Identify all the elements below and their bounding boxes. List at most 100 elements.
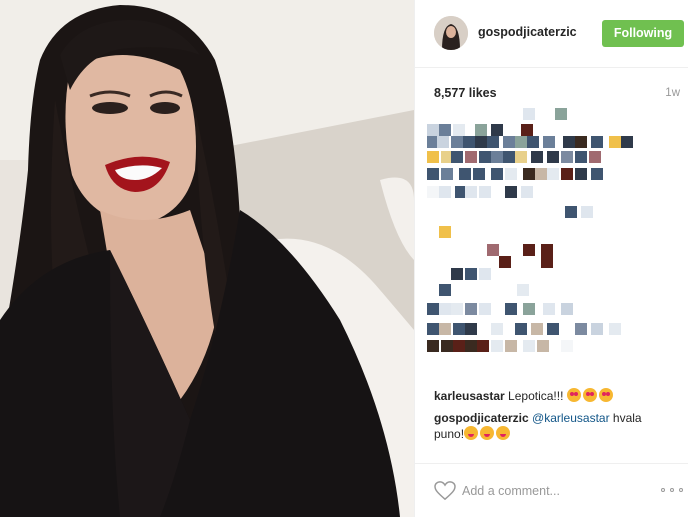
pixel-block — [541, 244, 553, 256]
pixel-block — [515, 136, 527, 148]
pixel-block — [575, 323, 587, 335]
pixel-block — [465, 151, 477, 163]
pixel-block — [543, 303, 555, 315]
pixel-block — [517, 284, 529, 296]
pixel-block — [479, 151, 491, 163]
post-header: gospodjicaterzic Following — [415, 0, 688, 68]
pixel-block — [565, 206, 577, 218]
yum-emoji-icon — [480, 426, 495, 440]
pixel-block — [491, 168, 503, 180]
pixel-block — [453, 340, 465, 352]
pixel-block — [547, 151, 559, 163]
like-heart-icon[interactable] — [434, 481, 456, 501]
pixel-block — [535, 108, 547, 120]
pixel-block — [515, 323, 527, 335]
pixel-block — [531, 323, 543, 335]
pixelated-comments — [415, 108, 688, 384]
pixel-block — [465, 186, 477, 198]
pixel-block — [505, 168, 517, 180]
pixel-block — [547, 168, 559, 180]
post-age[interactable]: 1w — [665, 87, 680, 99]
pixel-block — [561, 151, 573, 163]
pixel-block — [451, 136, 463, 148]
add-comment-input[interactable] — [462, 480, 632, 502]
comment-text: Lepotica!!! — [504, 389, 564, 403]
yum-emoji-icon — [464, 426, 479, 440]
heart-eyes-emoji-icon — [566, 388, 581, 402]
post-footer — [415, 463, 688, 517]
pixel-block — [475, 136, 487, 148]
post-sidebar: gospodjicaterzic Following 8,577 likes 1… — [414, 0, 688, 517]
post-photo[interactable] — [0, 0, 414, 517]
pixel-block — [479, 303, 491, 315]
pixel-block — [527, 136, 539, 148]
pixel-block — [591, 136, 603, 148]
pixel-block — [515, 151, 527, 163]
pixel-block — [491, 151, 503, 163]
pixel-block — [491, 323, 503, 335]
pixel-block — [503, 151, 515, 163]
instagram-post: gospodjicaterzic Following 8,577 likes 1… — [0, 0, 688, 517]
pixel-block — [575, 136, 587, 148]
pixel-block — [591, 168, 603, 180]
pixel-block — [575, 151, 587, 163]
pixel-block — [609, 323, 621, 335]
pixel-block — [427, 186, 439, 198]
pixel-block — [451, 303, 463, 315]
pixel-block — [581, 206, 593, 218]
pixel-block — [537, 340, 549, 352]
pixel-block — [427, 168, 439, 180]
pixel-block — [521, 124, 533, 136]
pixel-block — [521, 186, 533, 198]
pixel-block — [427, 124, 439, 136]
pixel-block — [541, 256, 553, 268]
likes-count[interactable]: 8,577 likes — [434, 86, 497, 100]
comment-username[interactable]: gospodjicaterzic — [434, 411, 529, 425]
pixel-block — [463, 136, 475, 148]
pixel-block — [621, 136, 633, 148]
comment-item: gospodjicaterzic @karleusastar hvala pun… — [434, 410, 674, 442]
pixel-block — [479, 268, 491, 280]
pixel-block — [561, 340, 573, 352]
pixel-block — [427, 303, 439, 315]
pixel-block — [487, 244, 499, 256]
pixel-block — [523, 303, 535, 315]
heart-eyes-emoji-icon — [582, 388, 597, 402]
pixel-block — [505, 303, 517, 315]
pixel-block — [555, 108, 567, 120]
pixel-block — [459, 168, 471, 180]
pixel-block — [523, 244, 535, 256]
pixel-block — [427, 323, 439, 335]
pixel-block — [441, 340, 453, 352]
pixel-block — [499, 256, 511, 268]
pixel-block — [547, 323, 559, 335]
pixel-block — [479, 186, 491, 198]
pixel-block — [465, 268, 477, 280]
pixel-block — [453, 323, 465, 335]
pixel-block — [523, 168, 535, 180]
pixel-block — [543, 136, 555, 148]
pixel-block — [589, 151, 601, 163]
pixel-block — [609, 136, 621, 148]
yum-emoji-icon — [496, 426, 511, 440]
more-options-icon[interactable] — [661, 488, 683, 494]
pixel-block — [439, 303, 451, 315]
pixel-block — [523, 340, 535, 352]
following-button[interactable]: Following — [602, 20, 684, 47]
pixel-block — [503, 136, 515, 148]
pixel-block — [531, 151, 543, 163]
pixel-block — [475, 124, 487, 136]
comment-mention[interactable]: @karleusastar — [532, 411, 610, 425]
pixel-block — [437, 136, 449, 148]
pixel-block — [523, 108, 535, 120]
pixel-block — [439, 226, 451, 238]
pixel-block — [439, 323, 451, 335]
comment-username[interactable]: karleusastar — [434, 389, 505, 403]
pixel-block — [465, 340, 477, 352]
post-username[interactable]: gospodjicaterzic — [478, 25, 577, 39]
avatar[interactable] — [434, 16, 468, 50]
pixel-block — [487, 136, 499, 148]
avatar-image-icon — [434, 16, 468, 50]
pixel-block — [465, 303, 477, 315]
pixel-block — [465, 323, 477, 335]
